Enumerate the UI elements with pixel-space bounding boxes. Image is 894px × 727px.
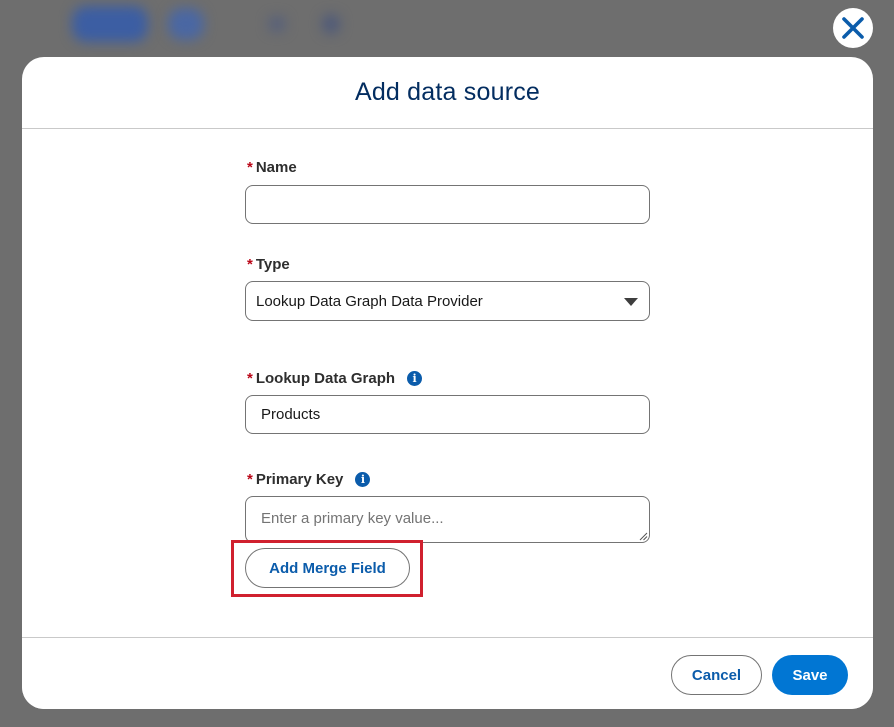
- type-selected-value: Lookup Data Graph Data Provider: [256, 292, 483, 310]
- modal-title: Add data source: [354, 78, 541, 106]
- add-data-source-modal: Add data source * Name * Type Lookup Dat…: [22, 57, 873, 709]
- type-select[interactable]: Lookup Data Graph Data Provider: [245, 281, 650, 321]
- type-label-text: Type: [255, 256, 290, 273]
- info-icon[interactable]: i: [355, 472, 371, 487]
- save-button[interactable]: Save: [772, 655, 848, 695]
- required-marker: *: [247, 471, 253, 488]
- primary-key-label: * Primary Key i: [247, 471, 371, 488]
- lookup-data-graph-label-text: Lookup Data Graph: [255, 370, 396, 387]
- background-blur-element: [168, 8, 204, 40]
- required-marker: *: [247, 370, 253, 387]
- caret-down-icon: [624, 298, 638, 306]
- name-input[interactable]: [245, 185, 650, 224]
- info-icon[interactable]: i: [407, 371, 423, 386]
- lookup-data-graph-label: * Lookup Data Graph i: [247, 370, 423, 387]
- primary-key-textarea[interactable]: [245, 496, 650, 543]
- close-icon: [842, 17, 864, 39]
- background-toolbar: [0, 0, 894, 50]
- primary-key-label-text: Primary Key: [255, 471, 344, 488]
- required-marker: *: [247, 159, 253, 176]
- modal-header: Add data source: [22, 57, 873, 129]
- add-merge-field-button[interactable]: Add Merge Field: [245, 548, 410, 588]
- resize-handle-icon[interactable]: [639, 532, 648, 541]
- name-label-text: Name: [255, 159, 297, 176]
- background-blur-element: [268, 16, 286, 32]
- required-marker: *: [247, 256, 253, 273]
- background-blur-element: [72, 6, 148, 42]
- type-label: * Type: [247, 256, 290, 273]
- cancel-button[interactable]: Cancel: [671, 655, 762, 695]
- name-label: * Name: [247, 159, 297, 176]
- modal-footer: Cancel Save: [22, 637, 873, 709]
- lookup-data-graph-input[interactable]: [245, 395, 650, 434]
- background-blur-element: [322, 14, 340, 34]
- close-modal-button[interactable]: [833, 8, 873, 48]
